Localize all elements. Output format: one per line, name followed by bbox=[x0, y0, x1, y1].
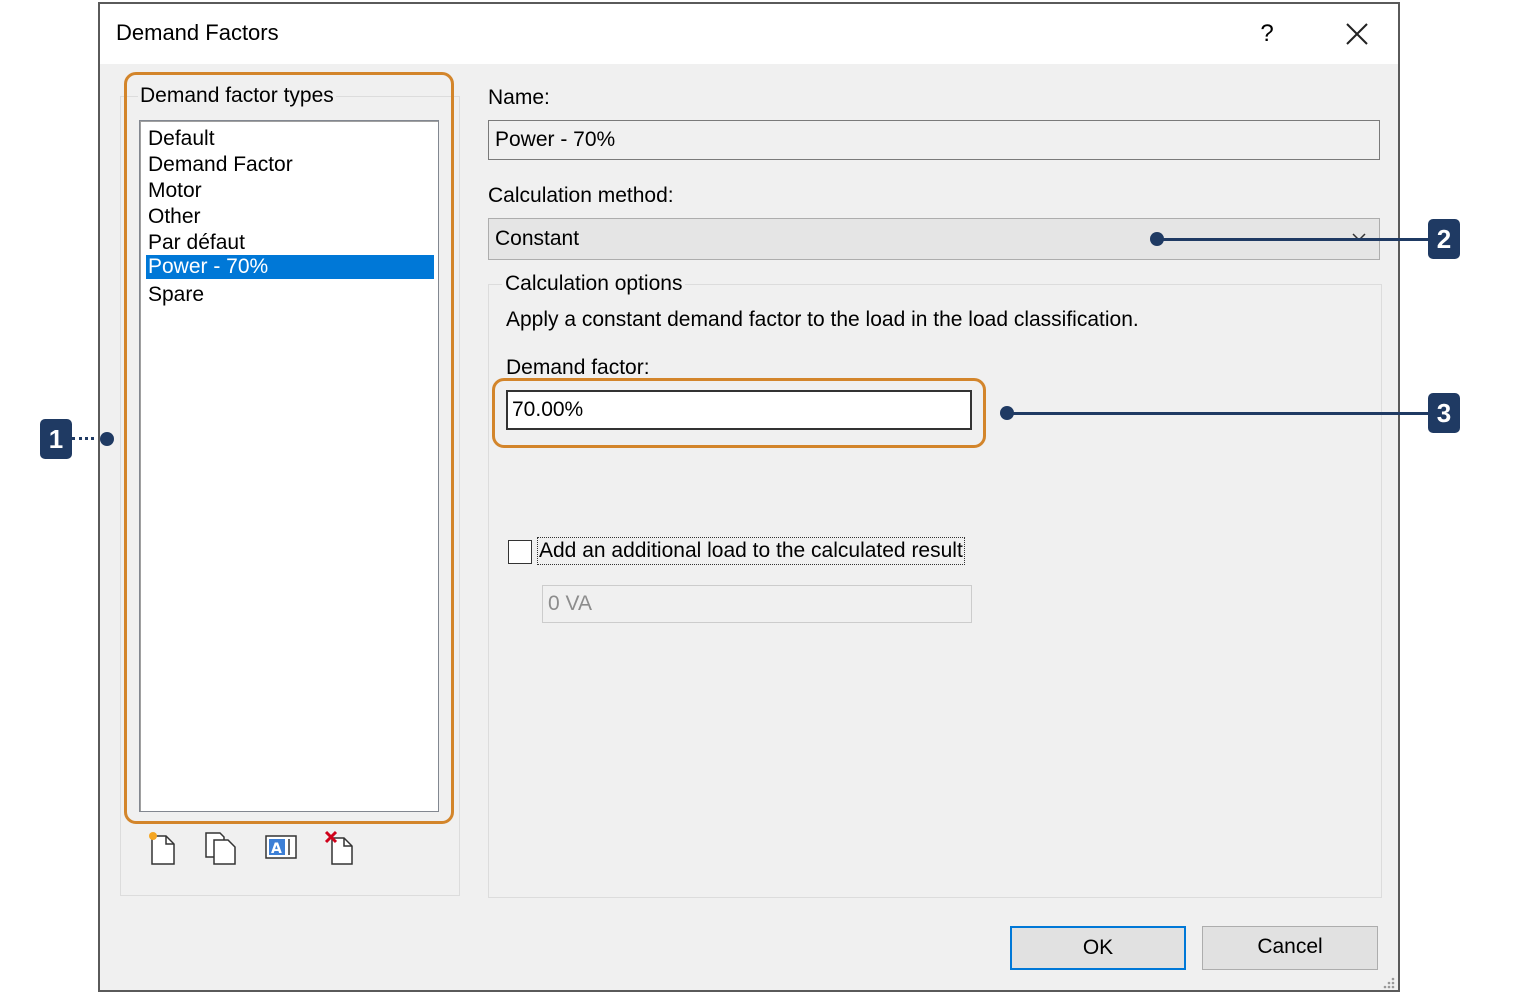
resize-grip-icon[interactable] bbox=[1380, 974, 1396, 990]
additional-load-checkbox[interactable] bbox=[508, 540, 532, 564]
name-label: Name: bbox=[488, 86, 550, 109]
close-icon bbox=[1346, 23, 1368, 45]
close-button[interactable] bbox=[1334, 14, 1380, 54]
delete-type-button[interactable] bbox=[324, 830, 358, 866]
svg-text:A: A bbox=[271, 841, 282, 857]
callout-1-dot bbox=[100, 432, 114, 446]
rename-type-button[interactable]: A bbox=[264, 830, 298, 866]
callout-3-line bbox=[1010, 412, 1428, 415]
cancel-button[interactable]: Cancel bbox=[1202, 926, 1378, 970]
help-button[interactable]: ? bbox=[1245, 14, 1289, 54]
callout-2: 2 bbox=[1428, 219, 1460, 259]
chevron-down-icon bbox=[1352, 233, 1366, 242]
ok-button[interactable]: OK bbox=[1010, 926, 1186, 970]
method-description: Apply a constant demand factor to the lo… bbox=[506, 308, 1139, 331]
calculation-options-label: Calculation options bbox=[502, 272, 686, 296]
title-bar: Demand Factors ? bbox=[100, 4, 1398, 64]
callout-1-line bbox=[72, 437, 94, 440]
rename-type-icon: A bbox=[265, 835, 297, 859]
additional-load-label[interactable]: Add an additional load to the calculated… bbox=[537, 537, 965, 565]
duplicate-type-button[interactable] bbox=[203, 830, 237, 866]
highlight-demand-factor bbox=[492, 378, 986, 448]
dialog-title: Demand Factors bbox=[116, 20, 279, 45]
highlight-types-list bbox=[124, 72, 454, 824]
callout-3: 3 bbox=[1428, 393, 1460, 433]
callout-2-line bbox=[1160, 238, 1428, 241]
name-field[interactable]: Power - 70% bbox=[488, 120, 1380, 160]
new-type-icon bbox=[149, 832, 175, 865]
demand-factor-label: Demand factor: bbox=[506, 356, 650, 379]
callout-1: 1 bbox=[40, 419, 72, 459]
duplicate-type-icon bbox=[205, 832, 236, 865]
calculation-method-label: Calculation method: bbox=[488, 184, 674, 207]
new-type-button[interactable] bbox=[146, 830, 180, 866]
additional-load-input: 0 VA bbox=[542, 585, 972, 623]
delete-type-icon bbox=[324, 830, 353, 865]
calculation-method-value: Constant bbox=[495, 227, 580, 250]
